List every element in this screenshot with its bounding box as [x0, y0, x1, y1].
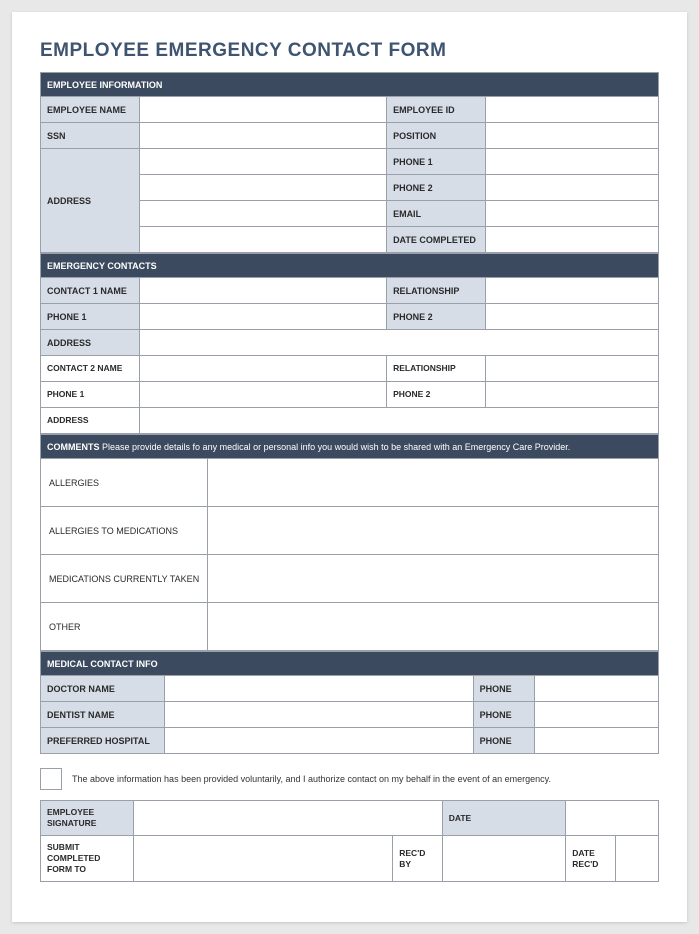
hospital-field[interactable]	[164, 728, 473, 754]
address-label: ADDRESS	[41, 149, 140, 253]
meds-current-field[interactable]	[207, 555, 658, 603]
contact2-name-label: CONTACT 2 NAME	[41, 356, 140, 382]
position-label: POSITION	[387, 123, 486, 149]
hospital-phone-label: PHONE	[473, 728, 535, 754]
date-completed-field[interactable]	[485, 227, 658, 253]
employee-id-field[interactable]	[485, 97, 658, 123]
consent-row: The above information has been provided …	[40, 768, 659, 790]
dentist-name-field[interactable]	[164, 702, 473, 728]
comments-strong: COMMENTS	[47, 442, 100, 452]
comments-header-text: COMMENTS Please provide details fo any m…	[41, 435, 659, 459]
other-field[interactable]	[207, 603, 658, 651]
consent-text: The above information has been provided …	[72, 774, 551, 784]
consent-checkbox[interactable]	[40, 768, 62, 790]
form-page: EMPLOYEE EMERGENCY CONTACT FORM EMPLOYEE…	[12, 12, 687, 922]
employee-name-field[interactable]	[139, 97, 386, 123]
employee-info-header: EMPLOYEE INFORMATION	[41, 73, 659, 97]
dentist-phone-label: PHONE	[473, 702, 535, 728]
doctor-phone-field[interactable]	[535, 676, 659, 702]
email-label: EMAIL	[387, 201, 486, 227]
contact1-phone1-label: PHONE 1	[41, 304, 140, 330]
comments-table: COMMENTS Please provide details fo any m…	[40, 434, 659, 651]
emergency-header-text: EMERGENCY CONTACTS	[41, 254, 659, 278]
contact2-phone1-label: PHONE 1	[41, 382, 140, 408]
ssn-label: SSN	[41, 123, 140, 149]
ssn-field[interactable]	[139, 123, 386, 149]
contact1-relationship-field[interactable]	[485, 278, 658, 304]
hospital-label: PREFERRED HOSPITAL	[41, 728, 165, 754]
medical-contact-table: MEDICAL CONTACT INFO DOCTOR NAME PHONE D…	[40, 651, 659, 754]
address-field-4[interactable]	[139, 227, 386, 253]
contact1-name-field[interactable]	[139, 278, 386, 304]
contact2-relationship-field[interactable]	[485, 356, 658, 382]
dentist-phone-field[interactable]	[535, 702, 659, 728]
contact1-address-field[interactable]	[139, 330, 658, 356]
comments-rest: Please provide details fo any medical or…	[100, 442, 571, 452]
position-field[interactable]	[485, 123, 658, 149]
employee-info-table: EMPLOYEE INFORMATION EMPLOYEE NAME EMPLO…	[40, 72, 659, 253]
medical-header: MEDICAL CONTACT INFO	[41, 652, 659, 676]
employee-id-label: EMPLOYEE ID	[387, 97, 486, 123]
contact2-address-field[interactable]	[139, 408, 658, 434]
date-recd-field[interactable]	[615, 836, 658, 882]
address-field-2[interactable]	[139, 175, 386, 201]
hospital-phone-field[interactable]	[535, 728, 659, 754]
email-field[interactable]	[485, 201, 658, 227]
contact2-phone1-field[interactable]	[139, 382, 386, 408]
medical-header-text: MEDICAL CONTACT INFO	[41, 652, 659, 676]
address-field-3[interactable]	[139, 201, 386, 227]
doctor-phone-label: PHONE	[473, 676, 535, 702]
contact1-phone2-field[interactable]	[485, 304, 658, 330]
contact1-relationship-label: RELATIONSHIP	[387, 278, 486, 304]
employee-info-header-text: EMPLOYEE INFORMATION	[41, 73, 659, 97]
phone2-label: PHONE 2	[387, 175, 486, 201]
doctor-name-label: DOCTOR NAME	[41, 676, 165, 702]
allergies-label: ALLERGIES	[41, 459, 208, 507]
meds-current-label: MEDICATIONS CURRENTLY TAKEN	[41, 555, 208, 603]
signature-field[interactable]	[133, 801, 442, 836]
contact2-address-label: ADDRESS	[41, 408, 140, 434]
allergies-meds-field[interactable]	[207, 507, 658, 555]
submit-to-label: SUBMIT COMPLETED FORM TO	[41, 836, 134, 882]
doctor-name-field[interactable]	[164, 676, 473, 702]
date-completed-label: DATE COMPLETED	[387, 227, 486, 253]
address-field-1[interactable]	[139, 149, 386, 175]
comments-header: COMMENTS Please provide details fo any m…	[41, 435, 659, 459]
sig-date-field[interactable]	[566, 801, 659, 836]
signature-label: EMPLOYEE SIGNATURE	[41, 801, 134, 836]
contact2-phone2-field[interactable]	[485, 382, 658, 408]
emergency-contacts-table: EMERGENCY CONTACTS CONTACT 1 NAME RELATI…	[40, 253, 659, 434]
employee-name-label: EMPLOYEE NAME	[41, 97, 140, 123]
contact2-phone2-label: PHONE 2	[387, 382, 486, 408]
submit-to-field[interactable]	[133, 836, 393, 882]
contact2-relationship-label: RELATIONSHIP	[387, 356, 486, 382]
contact1-phone2-label: PHONE 2	[387, 304, 486, 330]
contact2-name-field[interactable]	[139, 356, 386, 382]
phone2-field[interactable]	[485, 175, 658, 201]
phone1-label: PHONE 1	[387, 149, 486, 175]
emergency-header: EMERGENCY CONTACTS	[41, 254, 659, 278]
other-label: OTHER	[41, 603, 208, 651]
sig-date-label: DATE	[442, 801, 566, 836]
contact1-address-label: ADDRESS	[41, 330, 140, 356]
allergies-meds-label: ALLERGIES TO MEDICATIONS	[41, 507, 208, 555]
contact1-name-label: CONTACT 1 NAME	[41, 278, 140, 304]
form-title: EMPLOYEE EMERGENCY CONTACT FORM	[40, 40, 659, 62]
recd-by-field[interactable]	[442, 836, 566, 882]
signature-table: EMPLOYEE SIGNATURE DATE SUBMIT COMPLETED…	[40, 800, 659, 882]
date-recd-label: DATE REC'D	[566, 836, 615, 882]
phone1-field[interactable]	[485, 149, 658, 175]
recd-by-label: REC'D BY	[393, 836, 442, 882]
dentist-name-label: DENTIST NAME	[41, 702, 165, 728]
allergies-field[interactable]	[207, 459, 658, 507]
contact1-phone1-field[interactable]	[139, 304, 386, 330]
